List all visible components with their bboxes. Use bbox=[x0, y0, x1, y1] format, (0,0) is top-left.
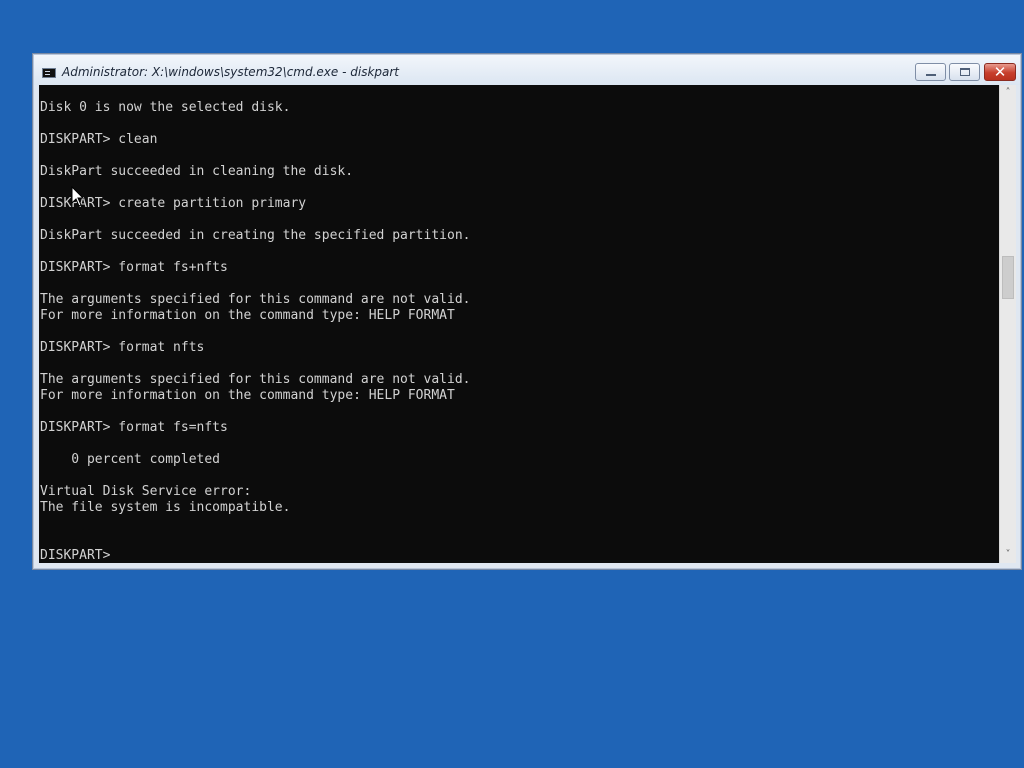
console-line: DISKPART> format fs=nfts bbox=[40, 420, 228, 435]
window-title: Administrator: X:\windows\system32\cmd.e… bbox=[62, 65, 400, 79]
console-line: DISKPART> clean bbox=[40, 132, 158, 147]
close-icon: ✕ bbox=[993, 63, 1007, 81]
console-line: DiskPart succeeded in cleaning the disk. bbox=[40, 164, 354, 179]
console-line: The arguments specified for this command… bbox=[40, 372, 471, 387]
console-line: DISKPART> format fs+nfts bbox=[40, 260, 228, 275]
scroll-thumb[interactable] bbox=[1002, 256, 1014, 299]
minimize-icon bbox=[926, 74, 936, 76]
maximize-button[interactable] bbox=[949, 63, 980, 81]
console-prompt-line[interactable]: DISKPART> bbox=[40, 548, 999, 563]
console-line: DISKPART> create partition primary bbox=[40, 196, 307, 211]
console-output[interactable]: Disk 0 is now the selected disk. DISKPAR… bbox=[39, 85, 999, 563]
title-bar[interactable]: Administrator: X:\windows\system32\cmd.e… bbox=[34, 55, 1020, 85]
vertical-scrollbar[interactable]: ˄ ˅ bbox=[999, 85, 1016, 563]
console-line: For more information on the command type… bbox=[40, 308, 455, 323]
console-line: 0 percent completed bbox=[40, 452, 221, 467]
scroll-up-icon[interactable]: ˄ bbox=[1000, 85, 1016, 101]
console-line: DISKPART> format nfts bbox=[40, 340, 205, 355]
desktop: Administrator: X:\windows\system32\cmd.e… bbox=[0, 0, 1024, 768]
minimize-button[interactable] bbox=[915, 63, 946, 81]
console-line: Virtual Disk Service error: bbox=[40, 484, 252, 499]
console-line: DiskPart succeeded in creating the speci… bbox=[40, 228, 471, 243]
close-button[interactable]: ✕ bbox=[984, 63, 1016, 81]
command-prompt-window: Administrator: X:\windows\system32\cmd.e… bbox=[32, 53, 1022, 570]
console-lines: Disk 0 is now the selected disk. DISKPAR… bbox=[39, 85, 999, 563]
console-line: The arguments specified for this command… bbox=[40, 292, 471, 307]
scroll-down-icon[interactable]: ˅ bbox=[1000, 547, 1016, 563]
mouse-pointer-icon bbox=[71, 186, 85, 207]
command-prompt-icon bbox=[42, 68, 56, 78]
console-line: For more information on the command type… bbox=[40, 388, 455, 403]
console-line: The file system is incompatible. bbox=[40, 500, 291, 515]
console-line: Disk 0 is now the selected disk. bbox=[40, 100, 291, 115]
maximize-icon bbox=[960, 68, 970, 76]
